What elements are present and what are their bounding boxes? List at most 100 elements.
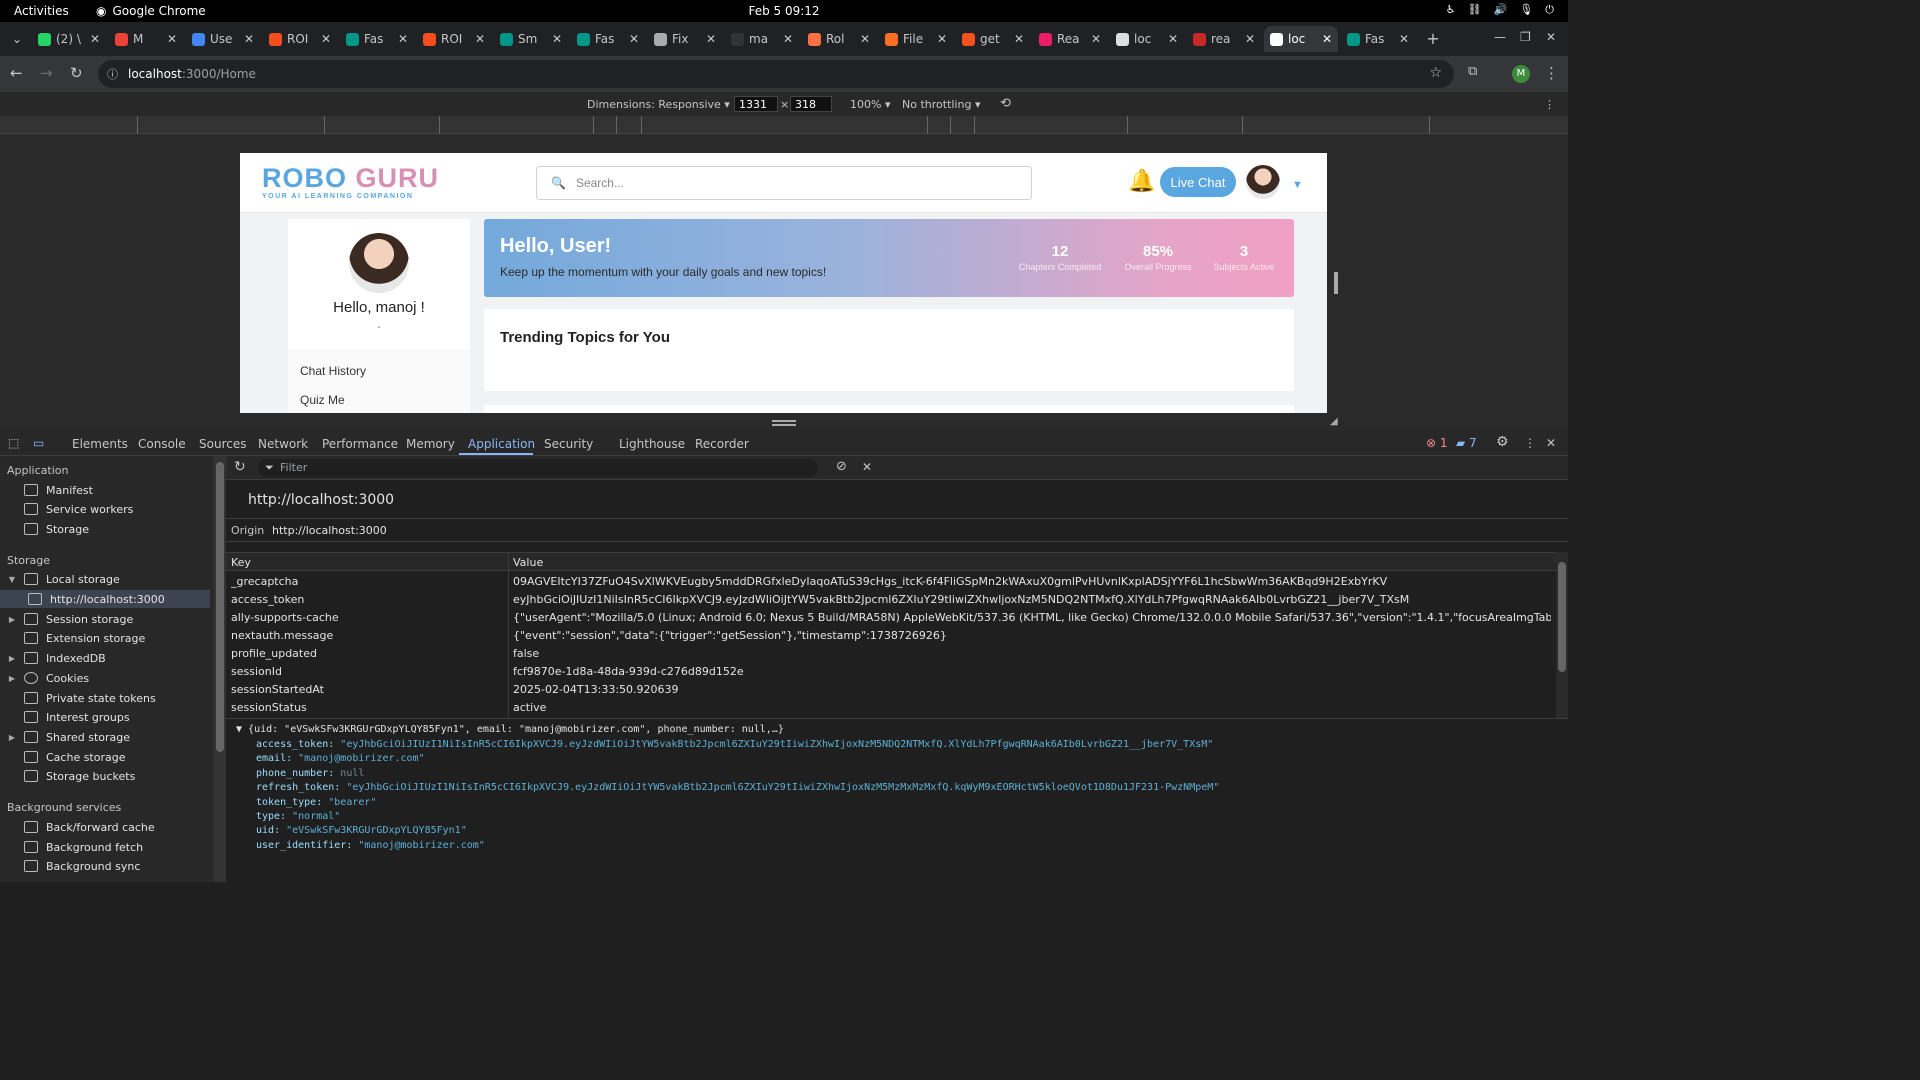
devtools-menu-icon[interactable]: ⋮ [1524, 436, 1536, 450]
sidebar-item-private-state-tokens[interactable]: Private state tokens [0, 689, 210, 707]
back-icon[interactable]: ← [10, 64, 23, 82]
bookmark-star-icon[interactable]: ☆ [1429, 65, 1442, 81]
device-options-icon[interactable]: ⋮ [1544, 98, 1555, 111]
preview-property[interactable]: refresh_token: "eyJhbGciOiJIUzI1NiIsInR5… [256, 782, 1219, 793]
row-value[interactable]: active [513, 701, 1551, 714]
browser-tab[interactable]: Fix ✕ [648, 26, 722, 52]
height-input[interactable]: 318 [790, 96, 832, 112]
row-key[interactable]: sessionId [231, 665, 501, 678]
viewport-resize-handle-bottom[interactable] [772, 420, 796, 426]
preview-property[interactable]: user_identifier: "manoj@mobirizer.com" [256, 840, 485, 851]
forward-icon[interactable]: → [40, 64, 53, 82]
row-value[interactable]: eyJhbGciOiJIUzI1NiIsInR5cCI6IkpXVCJ9.eyJ… [513, 593, 1551, 606]
tab-close-icon[interactable]: ✕ [629, 32, 639, 46]
viewport-resize-handle-right[interactable] [1334, 272, 1338, 294]
browser-tab[interactable]: Fas ✕ [1341, 26, 1415, 52]
tab-close-icon[interactable]: ✕ [937, 32, 947, 46]
tab-close-icon[interactable]: ✕ [90, 32, 100, 46]
close-devtools-icon[interactable]: ✕ [1546, 436, 1556, 450]
tab-close-icon[interactable]: ✕ [1399, 32, 1409, 46]
tab-close-icon[interactable]: ✕ [398, 32, 408, 46]
menu-item-quiz-me[interactable]: Quiz Me [300, 393, 345, 407]
devtools-tab-performance[interactable]: Performance [322, 437, 398, 451]
row-value[interactable]: {"event":"session","data":{"trigger":"ge… [513, 629, 1551, 642]
browser-tab[interactable]: get ✕ [956, 26, 1030, 52]
collapsed-arrow-icon[interactable]: ▶ [6, 654, 18, 663]
devtools-tab-recorder[interactable]: Recorder [695, 437, 749, 451]
error-count-icon[interactable]: ⊗ 1 [1426, 436, 1448, 450]
dimensions-select[interactable]: Dimensions: Responsive ▾ [587, 98, 730, 111]
devtools-tab-elements[interactable]: Elements [72, 437, 128, 451]
row-key[interactable]: nextauth.message [231, 629, 501, 642]
sidebar-item-session-storage[interactable]: ▶ Session storage [0, 610, 210, 628]
minimize-icon[interactable]: — [1494, 30, 1506, 44]
row-value[interactable]: 09AGVEItcYI37ZFuO4SvXlWKVEugby5mddDRGfxl… [513, 575, 1551, 588]
table-row[interactable]: sessionStartedAt 2025-02-04T13:33:50.9206… [226, 680, 1556, 698]
search-input[interactable]: 🔍 Search... [536, 166, 1032, 200]
clock[interactable]: Feb 5 09:12 [0, 4, 1568, 18]
sidebar-item-shared-storage[interactable]: ▶ Shared storage [0, 728, 210, 746]
sidebar-item-localhost[interactable]: http://localhost:3000 [0, 590, 210, 608]
collapsed-arrow-icon[interactable]: ▶ [6, 733, 18, 742]
viewport-resize-corner-icon[interactable]: ◢ [1330, 416, 1338, 427]
devtools-tab-console[interactable]: Console [138, 437, 186, 451]
collapsed-arrow-icon[interactable]: ▶ [6, 615, 18, 624]
row-value[interactable]: {"userAgent":"Mozilla/5.0 (Linux; Androi… [513, 611, 1551, 624]
extensions-icon[interactable]: ⧉ [1468, 64, 1477, 79]
tab-close-icon[interactable]: ✕ [1245, 32, 1255, 46]
sidebar-item-extension-storage[interactable]: Extension storage [0, 629, 210, 647]
row-value[interactable]: false [513, 647, 1551, 660]
devtools-tab-security[interactable]: Security [544, 437, 593, 451]
tab-close-icon[interactable]: ✕ [1091, 32, 1101, 46]
row-key[interactable]: sessionStartedAt [231, 683, 501, 696]
preview-property[interactable]: email: "manoj@mobirizer.com" [256, 753, 425, 764]
inspect-element-icon[interactable]: ⬚ [8, 436, 19, 450]
reload-icon[interactable]: ↻ [70, 64, 83, 82]
collapsed-arrow-icon[interactable]: ▶ [6, 674, 18, 683]
column-divider[interactable] [508, 553, 509, 719]
sidebar-item-local-storage[interactable]: ▼ Local storage [0, 570, 210, 588]
table-scrollbar[interactable] [1556, 552, 1568, 718]
browser-tab[interactable]: (2) \ ✕ [32, 26, 106, 52]
site-info-icon[interactable]: ⓘ [107, 66, 118, 82]
row-value[interactable]: fcf9870e-1d8a-48da-939d-c276d89d152e [513, 665, 1551, 678]
table-row[interactable]: ally-supports-cache {"userAgent":"Mozilla… [226, 608, 1556, 626]
sidebar-item-back-forward-cache[interactable]: Back/forward cache [0, 818, 210, 836]
sidebar-item-storage-buckets[interactable]: Storage buckets [0, 767, 210, 785]
tab-close-icon[interactable]: ✕ [475, 32, 485, 46]
scrollbar-thumb[interactable] [216, 462, 224, 752]
tab-close-icon[interactable]: ✕ [167, 32, 177, 46]
devtools-tab-network[interactable]: Network [258, 437, 308, 451]
notification-bell-icon[interactable]: 🔔 [1128, 168, 1155, 194]
table-row[interactable]: _grecaptcha 09AGVEItcYI37ZFuO4SvXlWKVEugb… [226, 572, 1556, 590]
column-header-key[interactable]: Key [231, 556, 251, 569]
sidebar-item-cache-storage[interactable]: Cache storage [0, 748, 210, 766]
row-key[interactable]: access_token [231, 593, 501, 606]
row-key[interactable]: _grecaptcha [231, 575, 501, 588]
browser-tab[interactable]: ROI ✕ [263, 26, 337, 52]
tab-close-icon[interactable]: ✕ [1168, 32, 1178, 46]
device-toggle-icon[interactable]: ▭ [33, 436, 44, 450]
filter-input[interactable]: ⏷ Filter [258, 459, 818, 477]
close-window-icon[interactable]: ✕ [1546, 30, 1556, 44]
expanded-arrow-icon[interactable]: ▼ [236, 724, 248, 735]
table-row[interactable]: profile_updated false [226, 644, 1556, 662]
row-key[interactable]: sessionStatus [231, 701, 501, 714]
tab-close-icon[interactable]: ✕ [706, 32, 716, 46]
tab-close-icon[interactable]: ✕ [1014, 32, 1024, 46]
tab-close-icon[interactable]: ✕ [783, 32, 793, 46]
browser-tab[interactable]: Fas ✕ [340, 26, 414, 52]
system-tray[interactable]: ♿ ⛓ 🔊 🎙 ⏻ [1446, 3, 1554, 17]
row-value[interactable]: 2025-02-04T13:33:50.920639 [513, 683, 1551, 696]
table-row[interactable]: sessionStatus active [226, 698, 1556, 716]
sidebar-item-indexeddb[interactable]: ▶ IndexedDB [0, 649, 210, 667]
tab-close-icon[interactable]: ✕ [321, 32, 331, 46]
browser-tab[interactable]: File ✕ [879, 26, 953, 52]
tab-search-icon[interactable]: ⌄ [8, 30, 26, 48]
devtools-tab-application[interactable]: Application [468, 437, 535, 451]
site-logo[interactable]: ROBO GURU [262, 163, 439, 194]
width-input[interactable]: 1331 [734, 96, 778, 112]
preview-property[interactable]: type: "normal" [256, 811, 340, 822]
tab-close-icon[interactable]: ✕ [244, 32, 254, 46]
header-avatar[interactable] [1246, 165, 1280, 199]
